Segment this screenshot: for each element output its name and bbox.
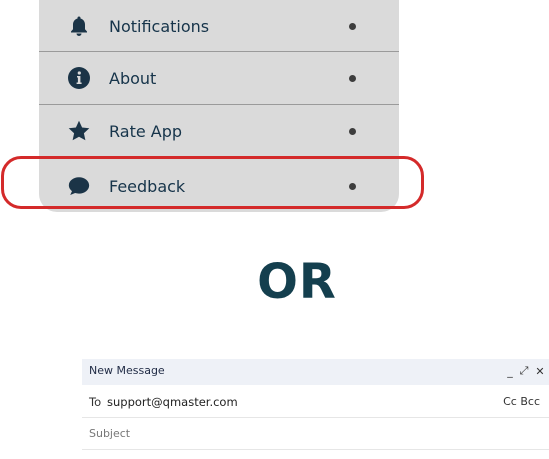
close-icon[interactable]: ✕ xyxy=(533,362,547,380)
to-row: To support@qmaster.com Cc Bcc xyxy=(82,386,549,418)
bullet-dot xyxy=(349,22,356,30)
bullet-dot xyxy=(349,182,356,190)
bullet-dot xyxy=(349,74,356,82)
menu-item-rate-app[interactable]: Rate App xyxy=(39,105,399,157)
or-separator: OR xyxy=(257,254,337,310)
bullet-dot xyxy=(349,127,356,135)
to-field[interactable]: support@qmaster.com xyxy=(107,395,238,409)
minimize-icon[interactable]: _ xyxy=(503,362,517,380)
email-compose-window: New Message _ ⤢ ✕ To support@qmaster.com… xyxy=(82,359,549,459)
bell-icon xyxy=(67,14,91,38)
menu-item-notifications[interactable]: Notifications xyxy=(39,0,399,52)
menu-item-label: Notifications xyxy=(109,16,210,36)
menu-item-label: Feedback xyxy=(109,176,186,196)
settings-menu: Notifications About Rate App Feedback xyxy=(39,0,399,212)
compose-title: New Message xyxy=(89,364,165,377)
to-label: To xyxy=(89,395,102,409)
info-icon xyxy=(67,66,91,90)
compose-header: New Message _ ⤢ ✕ xyxy=(82,359,549,385)
star-icon xyxy=(67,119,91,143)
subject-input[interactable] xyxy=(89,427,489,440)
subject-row xyxy=(82,418,549,450)
menu-item-about[interactable]: About xyxy=(39,52,399,104)
menu-item-label: About xyxy=(109,68,157,88)
cc-bcc-button[interactable]: Cc Bcc xyxy=(503,395,540,408)
expand-icon[interactable]: ⤢ xyxy=(517,362,531,380)
menu-item-feedback[interactable]: Feedback xyxy=(39,160,399,212)
menu-item-label: Rate App xyxy=(109,121,183,141)
chat-bubble-icon xyxy=(67,174,91,198)
